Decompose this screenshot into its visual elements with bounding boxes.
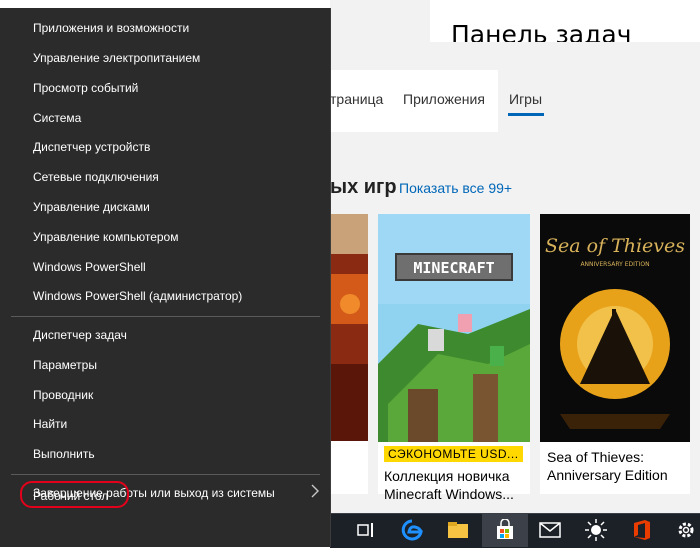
sea-of-thieves-logo-text: Sea of Thieves — [545, 235, 685, 257]
brightness-icon — [585, 519, 607, 541]
menu-item-event-viewer[interactable]: Просмотр событий — [33, 81, 138, 95]
menu-item-run[interactable]: Выполнить — [33, 447, 95, 461]
minecraft-cover-image: MINECRAFT — [378, 214, 530, 442]
file-explorer-icon — [448, 522, 468, 538]
menu-item-network-connections[interactable]: Сетевые подключения — [33, 170, 159, 184]
card-title-line2: Minecraft Windows... — [384, 486, 514, 502]
menu-top-strip — [0, 0, 330, 8]
menu-item-powershell[interactable]: Windows PowerShell — [33, 260, 146, 274]
menu-item-power-options[interactable]: Управление электропитанием — [33, 51, 200, 65]
sea-of-thieves-subtitle-text: ANNIVERSARY EDITION — [580, 261, 649, 268]
menu-item-powershell-admin[interactable]: Windows PowerShell (администратор) — [33, 289, 242, 303]
menu-divider — [11, 316, 320, 317]
mail-button[interactable] — [532, 513, 568, 547]
game-card-sea-of-thieves[interactable]: Sea of Thieves ANNIVERSARY EDITION Sea o… — [540, 214, 690, 494]
tab-home[interactable]: траница — [330, 91, 383, 107]
card-title-line1: Sea of Thieves: — [547, 449, 645, 465]
active-tab-indicator — [508, 113, 544, 116]
settings-gear-icon — [678, 522, 694, 538]
show-all-link[interactable]: Показать все 99+ — [399, 180, 512, 196]
menu-item-task-manager[interactable]: Диспетчер задач — [33, 328, 127, 342]
chevron-right-icon — [311, 484, 319, 498]
menu-item-settings[interactable]: Параметры — [33, 358, 97, 372]
edge-icon — [401, 519, 423, 541]
tab-games[interactable]: Игры — [509, 91, 542, 107]
tab-apps[interactable]: Приложения — [403, 91, 485, 107]
menu-item-apps-features[interactable]: Приложения и возможности — [33, 21, 189, 35]
mail-icon — [539, 522, 561, 538]
menu-item-disk-management[interactable]: Управление дисками — [33, 200, 150, 214]
edge-button[interactable] — [394, 513, 430, 547]
menu-item-search[interactable]: Найти — [33, 417, 67, 431]
store-icon — [497, 519, 513, 539]
brightness-button[interactable] — [578, 513, 614, 547]
game-card-minecraft[interactable]: MINECRAFT СЭКОНОМЬТЕ USD... Коллекция но… — [378, 214, 530, 502]
settings-sidebar — [330, 0, 430, 42]
office-button[interactable] — [624, 513, 660, 547]
task-view-icon — [357, 523, 373, 537]
settings-button[interactable] — [668, 513, 700, 547]
minecraft-logo-text: MINECRAFT — [413, 259, 494, 277]
file-explorer-button[interactable] — [440, 513, 476, 547]
store-button[interactable] — [482, 513, 528, 547]
highlight-annotation — [20, 481, 129, 508]
card-title-line2: Anniversary Edition — [547, 467, 668, 483]
section-title: ых игр — [330, 176, 397, 198]
menu-item-device-manager[interactable]: Диспетчер устройств — [33, 140, 150, 154]
menu-item-system[interactable]: Система — [33, 111, 81, 125]
menu-divider — [11, 474, 320, 475]
game-card-partial[interactable] — [330, 214, 368, 494]
menu-item-computer-management[interactable]: Управление компьютером — [33, 230, 178, 244]
card-title-line1: Коллекция новичка — [384, 468, 510, 484]
sea-of-thieves-cover-image: Sea of Thieves ANNIVERSARY EDITION — [540, 214, 690, 442]
menu-item-file-explorer[interactable]: Проводник — [33, 388, 93, 402]
task-view-button[interactable] — [348, 513, 384, 547]
game-cover-image — [330, 214, 368, 441]
discount-badge: СЭКОНОМЬТЕ USD... — [384, 446, 523, 462]
office-icon — [634, 520, 650, 540]
